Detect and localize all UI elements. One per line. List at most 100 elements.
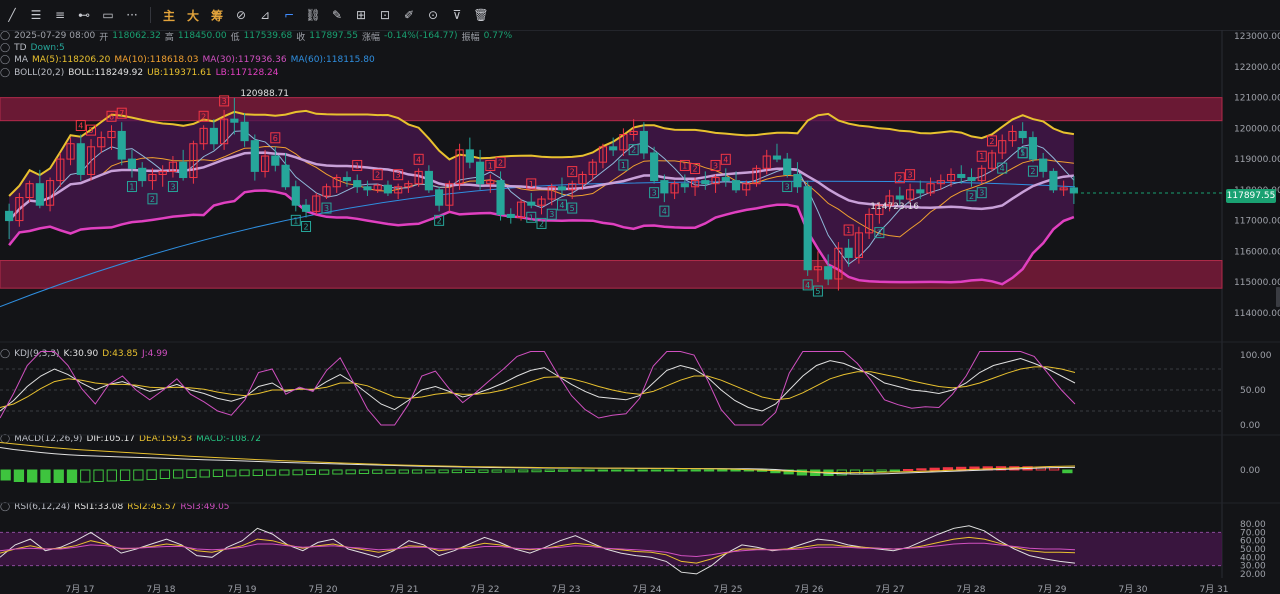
horizontal-ray-icon[interactable]: ⊷ xyxy=(72,0,96,30)
date-tick: 7月 20 xyxy=(308,584,337,594)
trend-line-icon[interactable]: ╱ xyxy=(0,0,24,30)
macd-bar xyxy=(199,469,210,478)
macd-bar xyxy=(597,469,609,472)
td-count: 2 xyxy=(989,137,994,146)
candle xyxy=(1028,137,1038,160)
candle xyxy=(772,155,782,160)
candle xyxy=(660,180,669,194)
indicator-icon[interactable]: ⊘ xyxy=(229,0,253,30)
td-count: 7 xyxy=(119,109,124,118)
compare-icon[interactable]: ⊿ xyxy=(253,0,277,30)
macd-bar xyxy=(624,469,635,472)
macd-bar xyxy=(491,469,502,473)
macd-bar xyxy=(531,469,542,473)
rectangle-icon[interactable]: ▭ xyxy=(96,0,120,30)
candle xyxy=(967,177,976,182)
support-zone xyxy=(0,260,1223,289)
cn-button-0[interactable]: 主 xyxy=(157,0,181,30)
macd-bar xyxy=(345,469,356,475)
cn-button-1[interactable]: 大 xyxy=(181,0,205,30)
macd-bar xyxy=(637,469,648,472)
macd-bar xyxy=(942,467,954,471)
macd-bar xyxy=(677,469,688,472)
candle xyxy=(475,161,485,185)
trash-icon[interactable]: 🗑 xyxy=(469,0,493,30)
link-icon[interactable]: ⛓ xyxy=(301,0,325,30)
date-tick: 7月 23 xyxy=(551,584,580,594)
ruler-icon[interactable]: ⊞ xyxy=(349,0,373,30)
magnet-icon[interactable]: ⊙ xyxy=(421,0,445,30)
brush-icon[interactable]: ✎ xyxy=(325,0,349,30)
candle xyxy=(179,161,188,179)
macd-bar xyxy=(730,469,741,472)
td-count: 3 xyxy=(222,97,227,106)
td-count: 1 xyxy=(355,161,360,170)
td-count: 2 xyxy=(897,174,902,183)
kdj-tick: 0.00 xyxy=(1240,421,1260,431)
filter-icon[interactable]: ⊽ xyxy=(445,0,469,30)
lock-icon[interactable]: ⊡ xyxy=(373,0,397,30)
candle xyxy=(496,180,505,215)
candle xyxy=(301,204,311,212)
td-count: 5 xyxy=(1020,149,1025,158)
cn-button-2[interactable]: 筹 xyxy=(205,0,229,30)
drawing-toolbar: ╱ ☰ ≡ ⊷ ▭ ··· 主大筹 ⊘ ⊿ ⌐ ⛓ ✎ ⊞ ⊡ ✐ ⊙ ⊽ 🗑 xyxy=(0,0,1280,31)
macd-bar xyxy=(133,469,144,481)
macd-bar xyxy=(438,469,449,474)
macd-bar xyxy=(518,469,529,473)
macd-bar xyxy=(398,469,409,474)
candle xyxy=(353,180,362,188)
candle xyxy=(383,184,393,194)
td-count: 2 xyxy=(693,165,698,174)
macd-bar xyxy=(478,469,489,473)
date-tick: 7月 18 xyxy=(146,584,175,594)
note-icon[interactable]: ✐ xyxy=(397,0,421,30)
date-tick: 7月 24 xyxy=(632,584,661,594)
macd-bar xyxy=(411,469,423,474)
candle xyxy=(1039,158,1048,172)
candle xyxy=(957,173,966,179)
date-tick: 7月 19 xyxy=(227,584,256,594)
candle xyxy=(557,186,567,191)
td-count: 6 xyxy=(109,112,114,121)
date-tick: 7月 17 xyxy=(65,584,94,594)
date-tick: 7月 25 xyxy=(713,584,742,594)
panel-collapse-handle[interactable] xyxy=(1276,287,1280,307)
candle xyxy=(1018,130,1027,139)
macd-bar xyxy=(650,469,662,472)
macd-bar xyxy=(0,469,11,481)
price-annotation: 114723.16 xyxy=(870,202,919,212)
macd-bar xyxy=(265,469,277,476)
crop-icon[interactable]: ⌐ xyxy=(277,0,301,30)
candle xyxy=(783,158,792,175)
td-count: 2 xyxy=(539,219,544,228)
horizontal-lines-icon[interactable]: ☰ xyxy=(24,0,48,30)
candle xyxy=(1049,170,1058,191)
price-annotation: 120988.71 xyxy=(240,89,289,99)
td-count: 5 xyxy=(815,287,820,296)
kdj-tick: 50.00 xyxy=(1240,386,1266,396)
td-count: 1 xyxy=(293,216,298,225)
macd-bar xyxy=(119,469,131,481)
macd-bar xyxy=(106,469,117,482)
candle xyxy=(680,183,689,188)
macd-bar xyxy=(159,469,171,479)
candle xyxy=(824,266,833,280)
candle xyxy=(701,180,710,185)
td-count: 3 xyxy=(170,183,175,192)
more-icon[interactable]: ··· xyxy=(120,0,144,30)
price-tick: 123000.00 xyxy=(1234,32,1280,42)
kline-chart[interactable]: 456 712323612312 3421 21234 51212341 2 3434512… xyxy=(0,30,1280,594)
macd-bar xyxy=(226,469,237,477)
candle xyxy=(127,158,137,169)
td-count: 1 xyxy=(129,183,134,192)
parallel-lines-icon[interactable]: ≡ xyxy=(48,0,72,30)
td-count: 3 xyxy=(396,171,401,180)
candle xyxy=(721,177,730,182)
candle xyxy=(435,189,444,206)
td-count: 3 xyxy=(549,210,554,219)
rsi-tick: 20.00 xyxy=(1240,570,1266,580)
candle xyxy=(731,180,741,191)
candle xyxy=(117,130,126,160)
candle xyxy=(639,130,648,154)
